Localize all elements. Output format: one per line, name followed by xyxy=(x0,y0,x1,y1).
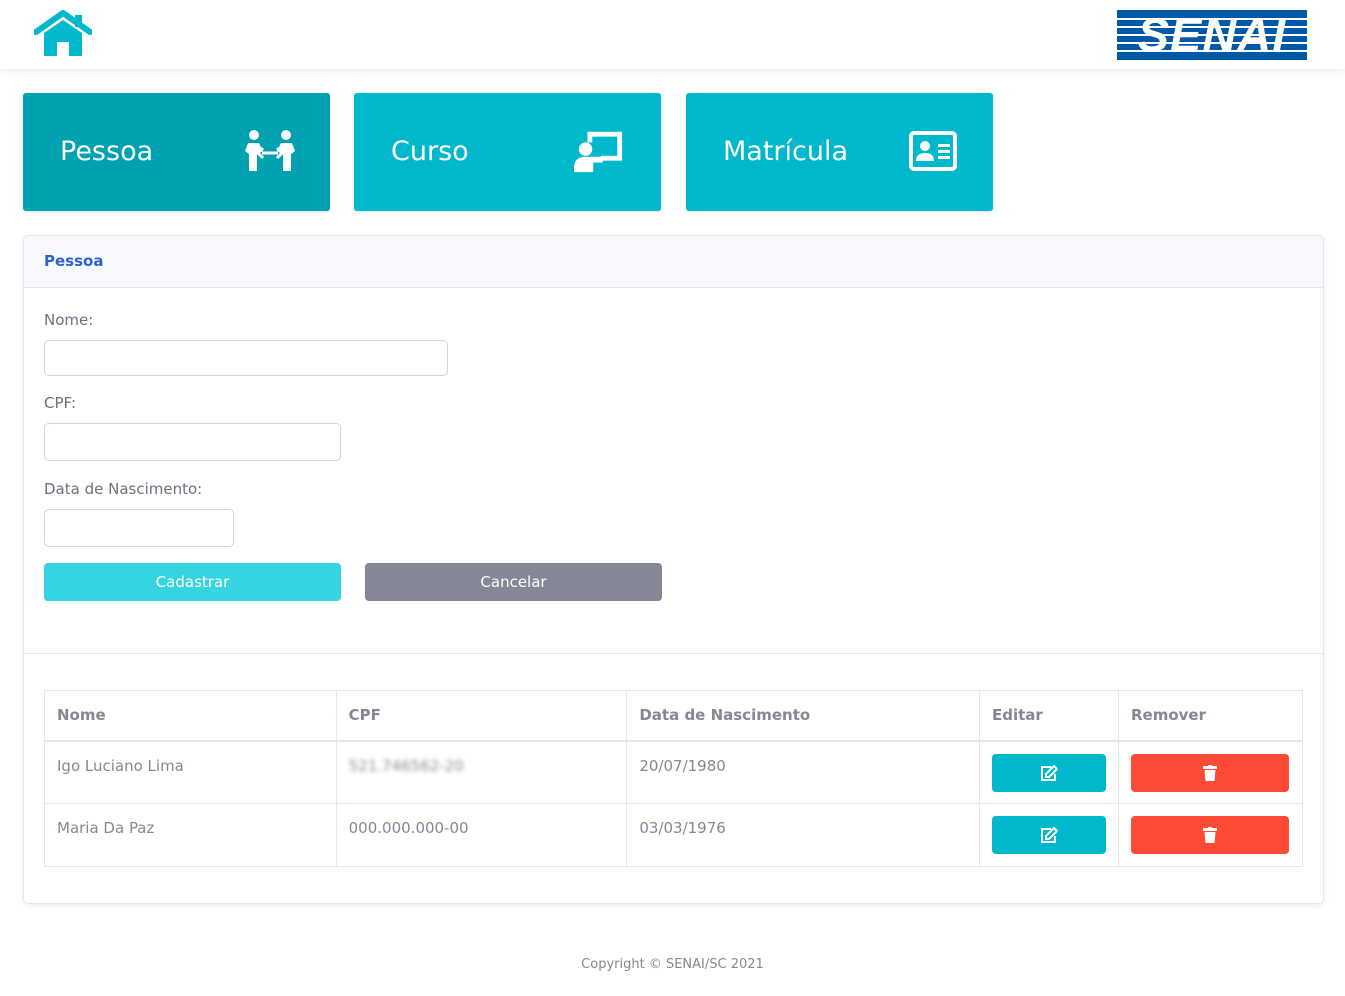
top-navbar: SENAI xyxy=(0,0,1345,69)
col-header-cpf: CPF xyxy=(335,690,628,742)
cell-cpf: 521.746562-20 xyxy=(335,740,628,804)
table-row: Igo Luciano Lima 521.746562-20 20/07/198… xyxy=(44,740,1304,804)
edit-icon xyxy=(1040,827,1058,843)
table-row: Maria Da Paz 000.000.000-00 03/03/1976 xyxy=(44,803,1304,867)
cell-remover xyxy=(1117,803,1304,867)
chalkboard-teacher-icon xyxy=(574,131,623,173)
nav-card-label: Curso xyxy=(391,136,469,167)
nav-card-pessoa[interactable]: Pessoa xyxy=(23,93,330,211)
home-icon xyxy=(33,10,93,56)
nav-card-curso[interactable]: Curso xyxy=(354,93,661,211)
nascimento-input[interactable] xyxy=(44,509,234,547)
nome-label: Nome: xyxy=(44,311,94,329)
nome-input[interactable] xyxy=(44,340,448,376)
cpf-label: CPF: xyxy=(44,394,77,412)
cell-remover xyxy=(1117,740,1304,804)
nascimento-label: Data de Nascimento: xyxy=(44,480,203,498)
trash-icon xyxy=(1202,764,1217,781)
delete-button[interactable] xyxy=(1130,753,1289,792)
col-header-nome: Nome xyxy=(44,690,337,742)
col-header-editar: Editar xyxy=(978,690,1119,742)
nav-card-matricula[interactable]: Matrícula xyxy=(686,93,993,211)
cell-nome: Maria Da Paz xyxy=(44,803,337,867)
senai-logo: SENAI xyxy=(1117,10,1307,60)
edit-icon xyxy=(1040,764,1058,781)
cell-nome: Igo Luciano Lima xyxy=(44,740,337,804)
people-arrows-icon xyxy=(245,130,295,171)
logo-text: SENAI xyxy=(1137,10,1287,60)
section-divider xyxy=(24,653,1323,654)
panel-title: Pessoa xyxy=(44,252,104,270)
trash-icon xyxy=(1202,827,1217,843)
cell-cpf: 000.000.000-00 xyxy=(335,803,628,867)
cell-editar xyxy=(978,740,1119,804)
nav-card-label: Matrícula xyxy=(723,136,849,167)
col-header-nascimento: Data de Nascimento xyxy=(626,690,980,742)
id-card-icon xyxy=(909,131,957,171)
home-link[interactable] xyxy=(33,10,93,58)
cpf-input[interactable] xyxy=(44,423,341,461)
col-header-remover: Remover xyxy=(1117,690,1304,742)
edit-button[interactable] xyxy=(991,753,1106,792)
cadastrar-button[interactable]: Cadastrar xyxy=(44,563,341,601)
cpf-value: 521.746562-20 xyxy=(348,756,464,775)
panel-header: Pessoa xyxy=(24,236,1323,288)
pessoa-panel: Pessoa Nome: CPF: Data de Nascimento: Ca… xyxy=(23,235,1324,904)
table-header-row: Nome CPF Data de Nascimento Editar Remov… xyxy=(44,690,1304,742)
delete-button[interactable] xyxy=(1130,816,1289,854)
pessoa-table: Nome CPF Data de Nascimento Editar Remov… xyxy=(44,690,1304,867)
cancelar-button[interactable]: Cancelar xyxy=(365,563,662,601)
nav-card-label: Pessoa xyxy=(60,136,154,167)
cell-nascimento: 20/07/1980 xyxy=(626,740,980,804)
edit-button[interactable] xyxy=(991,816,1106,854)
cell-nascimento: 03/03/1976 xyxy=(626,803,980,867)
cell-editar xyxy=(978,803,1119,867)
footer-copyright: Copyright © SENAI/SC 2021 xyxy=(581,957,764,972)
